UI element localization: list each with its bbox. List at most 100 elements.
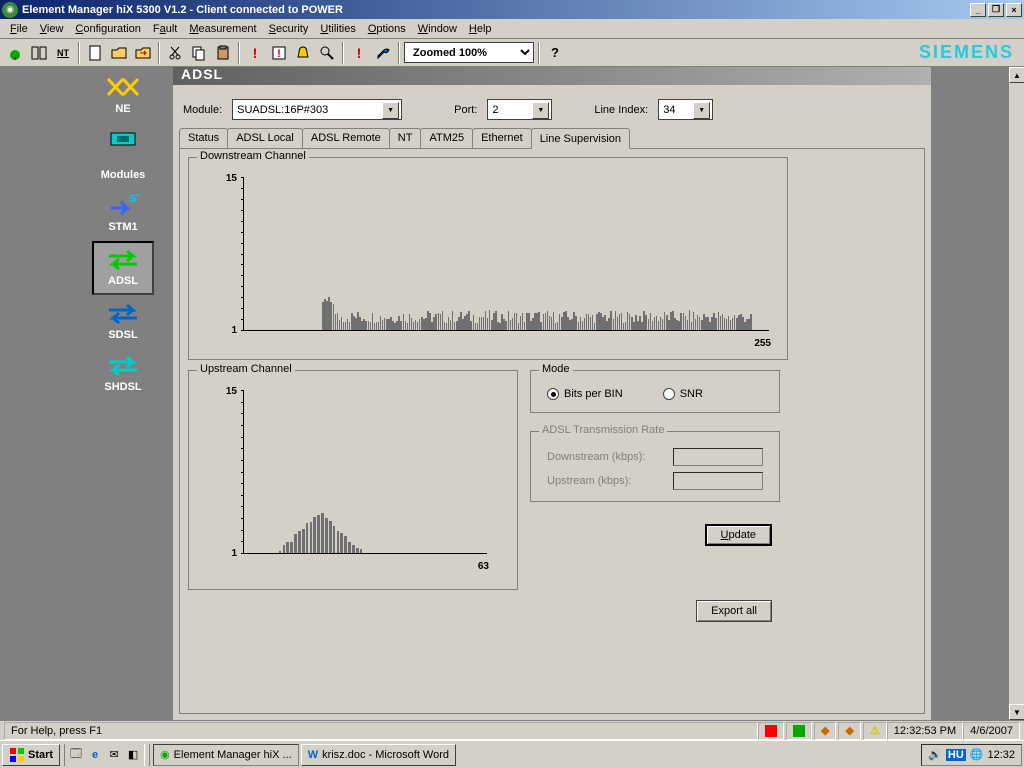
- port-combo[interactable]: 2: [487, 99, 552, 120]
- status-time: 12:32:53 PM: [887, 722, 963, 740]
- menu-options[interactable]: Options: [362, 21, 412, 37]
- export-all-button[interactable]: Export all: [696, 600, 772, 622]
- ql-outlook-icon[interactable]: ✉: [105, 746, 123, 764]
- module-label: Module:: [183, 104, 222, 116]
- tab-adsl-remote[interactable]: ADSL Remote: [302, 128, 390, 148]
- title-bar: ◉ Element Manager hiX 5300 V1.2 - Client…: [0, 0, 1024, 19]
- folder-arrow-icon[interactable]: [132, 42, 154, 64]
- radio-bits-per-bin[interactable]: Bits per BIN: [547, 388, 623, 400]
- scroll-down-icon[interactable]: ▼: [1009, 704, 1024, 720]
- tab-status[interactable]: Status: [179, 128, 228, 148]
- mode-title: Mode: [539, 363, 573, 375]
- led-red-icon: [765, 725, 777, 737]
- shdsl-icon: [103, 353, 143, 377]
- tree-icon[interactable]: [4, 42, 26, 64]
- cut-icon[interactable]: [164, 42, 186, 64]
- nt-icon[interactable]: NT: [52, 42, 74, 64]
- tray-volume-icon[interactable]: 🔊: [928, 748, 942, 761]
- main-area: NE Modules STM-1 STM1 ADSL SDSL SHDSL AD…: [0, 67, 1024, 720]
- ql-ie-icon[interactable]: e: [86, 746, 104, 764]
- folder-open-icon[interactable]: [108, 42, 130, 64]
- zoom-select[interactable]: Zoomed 100%: [404, 42, 534, 63]
- menu-window[interactable]: Window: [412, 21, 463, 37]
- adsl-icon: [103, 247, 143, 271]
- tray-clock: 12:32: [987, 749, 1015, 761]
- right-gutter: ▲ ▼: [931, 67, 1024, 720]
- sidebar-item-shdsl[interactable]: SHDSL: [92, 349, 154, 399]
- radio-bits-label: Bits per BIN: [564, 388, 623, 400]
- wrench-icon[interactable]: [372, 42, 394, 64]
- taskbar: Start 🗔 e ✉ ◧ ◉ Element Manager hiX ... …: [0, 740, 1024, 768]
- tab-adsl-local[interactable]: ADSL Local: [227, 128, 303, 148]
- task-element-manager[interactable]: ◉ Element Manager hiX ...: [153, 744, 299, 766]
- rate-group: ADSL Transmission Rate Downstream (kbps)…: [530, 431, 780, 502]
- windows-icon: [9, 747, 25, 763]
- paste-icon[interactable]: [212, 42, 234, 64]
- menu-configuration[interactable]: Configuration: [69, 21, 146, 37]
- menu-utilities[interactable]: Utilities: [314, 21, 361, 37]
- status-bar: For Help, press F1 ◆ ◆ ⚠ 12:32:53 PM 4/6…: [0, 720, 1024, 740]
- tab-body: Downstream Channel 15 1 255: [179, 148, 925, 714]
- tab-strip: Status ADSL Local ADSL Remote NT ATM25 E…: [173, 128, 931, 148]
- menu-bar: File View Configuration Fault Measuremen…: [0, 19, 1024, 39]
- split-icon[interactable]: [28, 42, 50, 64]
- tab-line-supervision[interactable]: Line Supervision: [531, 128, 630, 149]
- chip-icon: [103, 127, 143, 151]
- alert-list-icon[interactable]: !: [268, 42, 290, 64]
- sidebar-label-stm1: STM1: [108, 221, 137, 233]
- sidebar-item-adsl[interactable]: ADSL: [92, 241, 154, 295]
- sdsl-icon: [103, 301, 143, 325]
- tray-lang[interactable]: HU: [946, 749, 966, 761]
- tab-nt[interactable]: NT: [389, 128, 422, 148]
- tab-ethernet[interactable]: Ethernet: [472, 128, 532, 148]
- start-button[interactable]: Start: [2, 744, 60, 766]
- menu-help[interactable]: Help: [463, 21, 498, 37]
- menu-view[interactable]: View: [34, 21, 70, 37]
- vertical-scrollbar[interactable]: ▲ ▼: [1008, 67, 1024, 720]
- scroll-up-icon[interactable]: ▲: [1009, 67, 1024, 83]
- svg-text:STM-1: STM-1: [129, 194, 139, 205]
- minimize-button[interactable]: _: [970, 3, 986, 17]
- menu-fault[interactable]: Fault: [147, 21, 183, 37]
- tray-network-icon[interactable]: 🌐: [970, 748, 984, 761]
- task-buttons: ◉ Element Manager hiX ... W krisz.doc - …: [149, 744, 917, 766]
- update-button[interactable]: Update: [705, 524, 772, 546]
- lineindex-combo[interactable]: 34: [658, 99, 713, 120]
- lineindex-label: Line Index:: [594, 104, 648, 116]
- close-button[interactable]: ×: [1006, 3, 1022, 17]
- sidebar-item-modules-icon[interactable]: [92, 123, 154, 161]
- ql-app-icon[interactable]: ◧: [124, 746, 142, 764]
- bell-icon[interactable]: [292, 42, 314, 64]
- ne-icon: [103, 75, 143, 99]
- sidebar-item-sdsl[interactable]: SDSL: [92, 297, 154, 347]
- page-icon[interactable]: [84, 42, 106, 64]
- search-icon[interactable]: [316, 42, 338, 64]
- module-value: SUADSL:16P#303: [237, 104, 328, 116]
- rate-up-field: [673, 472, 763, 490]
- task-word[interactable]: W krisz.doc - Microsoft Word: [301, 744, 456, 766]
- alert-red-icon[interactable]: !: [244, 42, 266, 64]
- sidebar-item-ne[interactable]: NE: [92, 71, 154, 121]
- port-label: Port:: [454, 104, 477, 116]
- menu-measurement[interactable]: Measurement: [183, 21, 262, 37]
- copy-icon[interactable]: [188, 42, 210, 64]
- tab-atm25[interactable]: ATM25: [420, 128, 473, 148]
- help-icon[interactable]: ?: [544, 42, 566, 64]
- alert2-icon[interactable]: !: [348, 42, 370, 64]
- lineindex-value: 34: [663, 104, 675, 116]
- task1-label: Element Manager hiX ...: [174, 749, 292, 761]
- status-help: For Help, press F1: [4, 722, 758, 740]
- menu-security[interactable]: Security: [263, 21, 315, 37]
- quick-launch: 🗔 e ✉ ◧: [64, 744, 145, 766]
- system-tray: 🔊 HU 🌐 12:32: [921, 744, 1022, 766]
- rate-up-label: Upstream (kbps):: [547, 475, 667, 487]
- led-warn-icon: ⚠: [870, 724, 880, 737]
- radio-snr[interactable]: SNR: [663, 388, 703, 400]
- sidebar-label-shdsl: SHDSL: [104, 381, 141, 393]
- ql-desktop-icon[interactable]: 🗔: [67, 746, 85, 764]
- menu-file[interactable]: File: [4, 21, 34, 37]
- sidebar-item-stm1[interactable]: STM-1 STM1: [92, 189, 154, 239]
- restore-button[interactable]: ❐: [988, 3, 1004, 17]
- upstream-chart: 15 1 63: [217, 384, 497, 574]
- module-combo[interactable]: SUADSL:16P#303: [232, 99, 402, 120]
